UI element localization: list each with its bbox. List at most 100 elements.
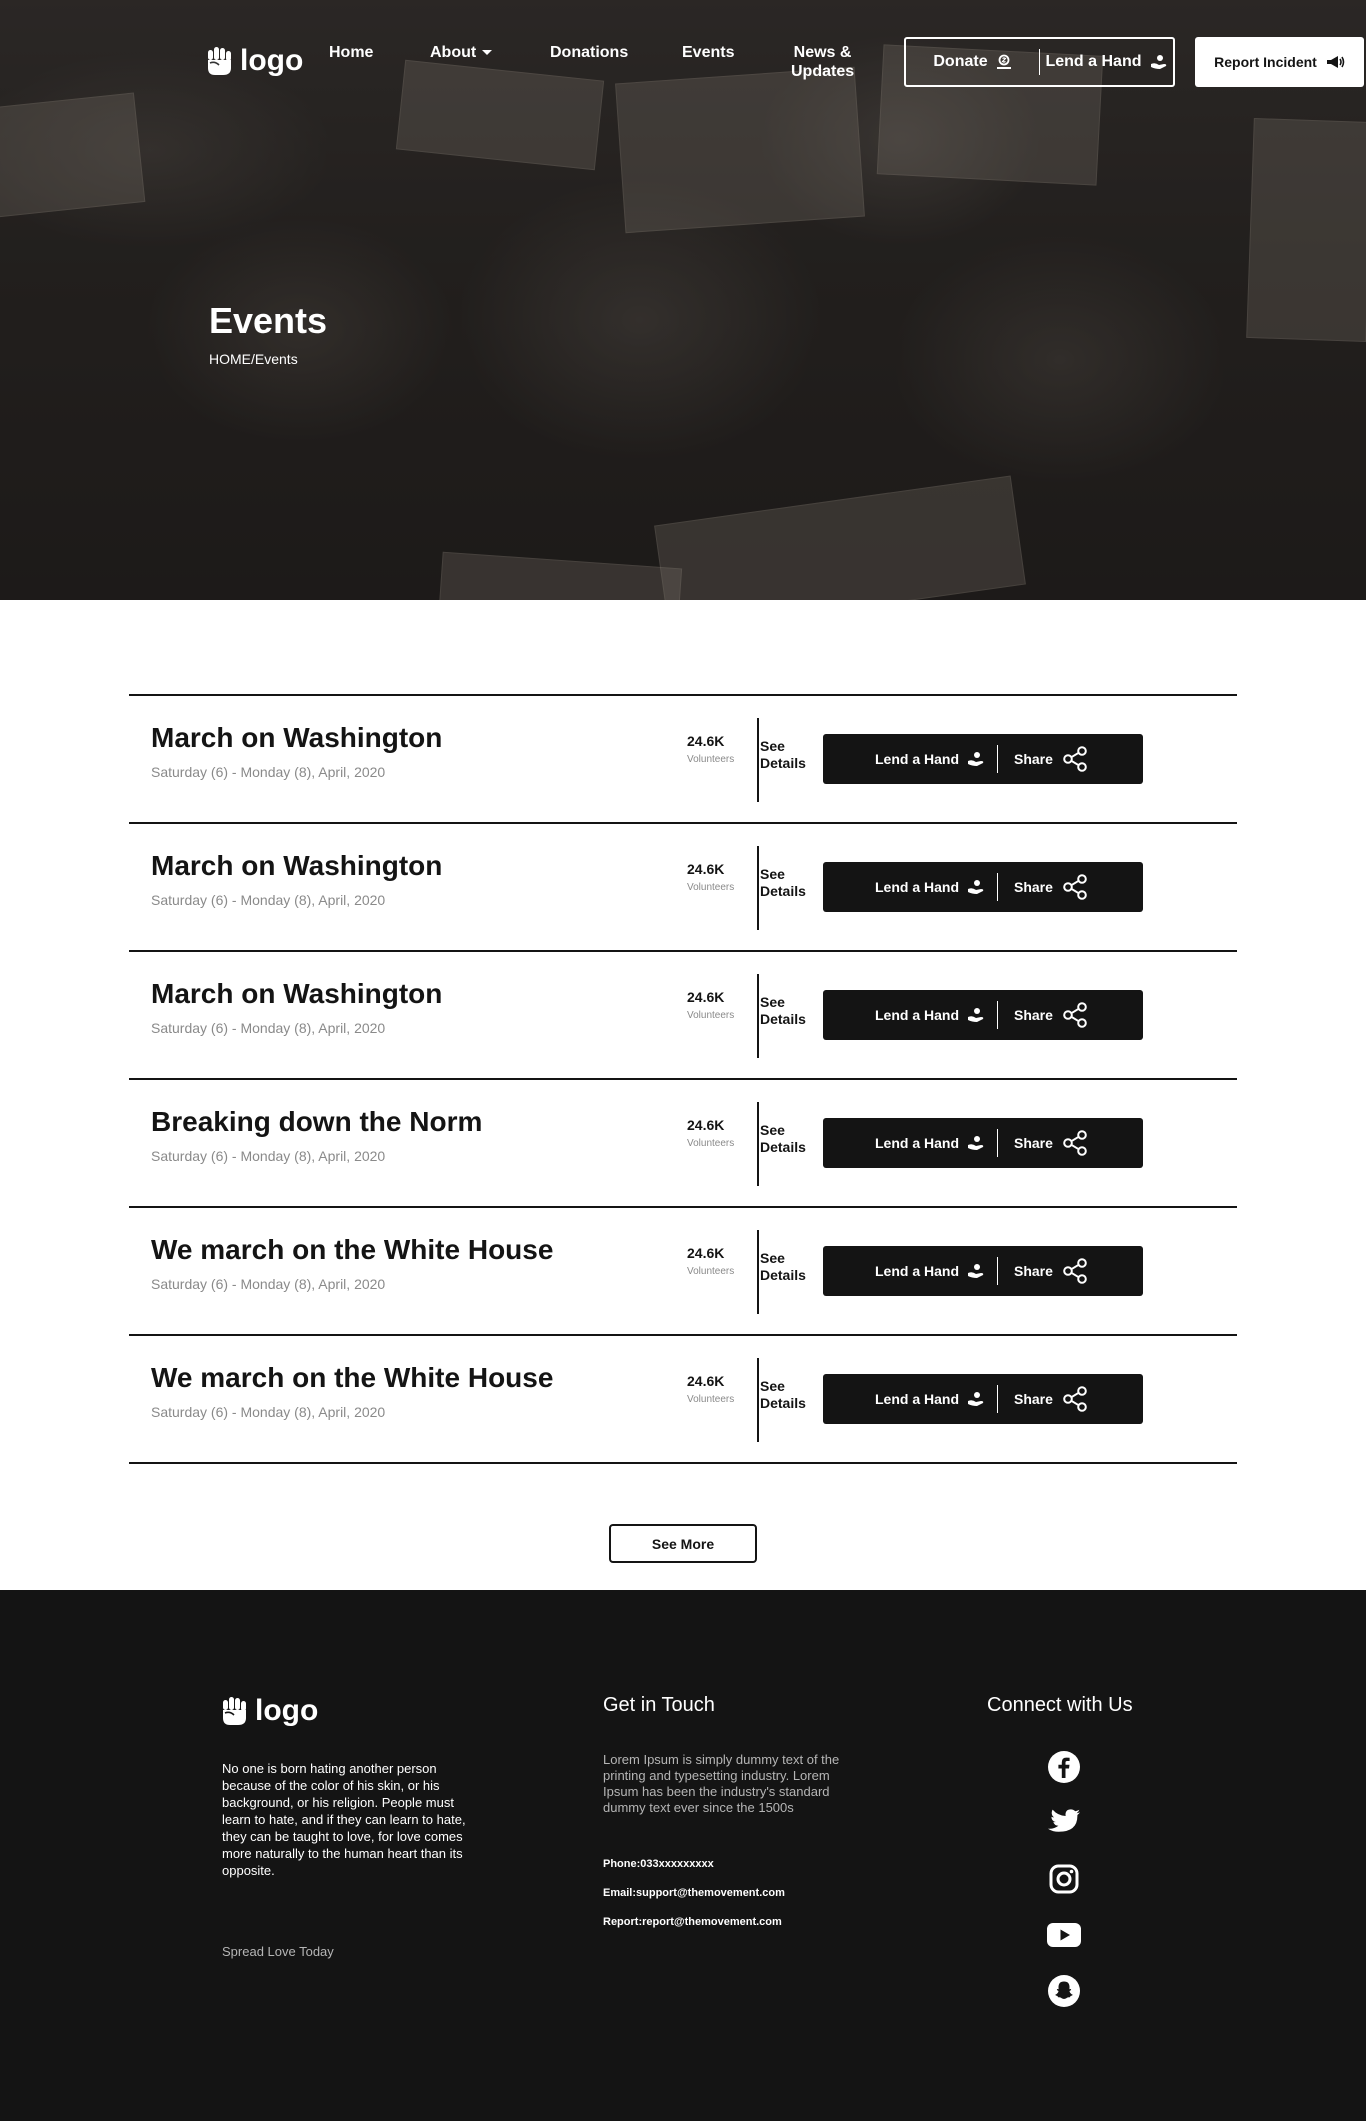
fist-icon bbox=[223, 1697, 246, 1725]
volunteer-stat: 24.6K Volunteers bbox=[687, 733, 757, 765]
footer-phone[interactable]: Phone:033xxxxxxxxx bbox=[603, 1858, 714, 1870]
lend-hand-button[interactable]: Lend a Hand bbox=[823, 1391, 997, 1407]
share-button[interactable]: Share bbox=[998, 1129, 1089, 1157]
nav-donations[interactable]: Donations bbox=[550, 43, 628, 62]
lend-hand-button[interactable]: Lend a Hand bbox=[823, 1007, 997, 1023]
nav-home[interactable]: Home bbox=[329, 43, 373, 62]
footer-logo[interactable]: logo bbox=[221, 1694, 318, 1728]
volunteer-stat: 24.6K Volunteers bbox=[687, 861, 757, 893]
lend-hand-button[interactable]: Lend a Hand bbox=[823, 879, 997, 895]
lend-hand-button[interactable]: Lend a Hand bbox=[823, 1263, 997, 1279]
share-icon bbox=[1063, 746, 1087, 772]
volunteer-count: 24.6K bbox=[687, 1373, 725, 1389]
volunteer-label: Volunteers bbox=[687, 1010, 735, 1021]
logo-text: logo bbox=[240, 44, 304, 77]
donate-button[interactable]: Donate bbox=[906, 53, 1039, 71]
see-details-link[interactable]: See Details bbox=[760, 1378, 806, 1412]
see-details-link[interactable]: See Details bbox=[760, 738, 806, 772]
share-button[interactable]: Share bbox=[998, 1385, 1089, 1413]
lend-hand-label: Lend a Hand bbox=[1045, 53, 1142, 70]
see-more-button[interactable]: See More bbox=[609, 1524, 757, 1563]
share-icon bbox=[1063, 1258, 1087, 1284]
report-incident-button[interactable]: Report Incident bbox=[1195, 37, 1364, 87]
event-date: Saturday (6) - Monday (8), April, 2020 bbox=[151, 764, 386, 780]
see-details-link[interactable]: See Details bbox=[760, 994, 806, 1028]
share-button[interactable]: Share bbox=[998, 1001, 1089, 1029]
megaphone-icon bbox=[1326, 56, 1345, 68]
lend-hand-button[interactable]: Lend a Hand bbox=[823, 1135, 997, 1151]
volunteer-count: 24.6K bbox=[687, 861, 725, 877]
volunteer-label: Volunteers bbox=[687, 1266, 735, 1277]
event-title[interactable]: We march on the White House bbox=[151, 1362, 553, 1394]
share-icon bbox=[1063, 874, 1087, 900]
volunteer-label: Volunteers bbox=[687, 882, 735, 893]
event-title[interactable]: Breaking down the Norm bbox=[151, 1106, 482, 1138]
get-in-touch-heading: Get in Touch bbox=[603, 1694, 715, 1716]
donate-lend-group: Donate Lend a Hand bbox=[904, 37, 1175, 87]
see-details-link[interactable]: See Details bbox=[760, 866, 806, 900]
footer-tagline: Spread Love Today bbox=[222, 1944, 334, 1959]
donate-icon bbox=[996, 54, 1011, 69]
see-details-label: See Details bbox=[760, 1250, 806, 1283]
volunteer-label: Volunteers bbox=[687, 1394, 735, 1405]
row-divider bbox=[757, 1102, 759, 1186]
see-details-link[interactable]: See Details bbox=[760, 1250, 806, 1284]
share-button[interactable]: Share bbox=[998, 873, 1089, 901]
nav-news-updates[interactable]: News & Updates bbox=[791, 43, 854, 81]
share-label: Share bbox=[1014, 879, 1053, 895]
helping-hand-icon bbox=[968, 752, 984, 766]
volunteer-label: Volunteers bbox=[687, 1138, 735, 1149]
see-details-label: See Details bbox=[760, 866, 806, 899]
nav-news-label: News & bbox=[793, 44, 852, 61]
lend-hand-label: Lend a Hand bbox=[874, 751, 959, 767]
nav-about[interactable]: About bbox=[430, 43, 493, 62]
event-date: Saturday (6) - Monday (8), April, 2020 bbox=[151, 892, 386, 908]
see-details-label: See Details bbox=[760, 1122, 806, 1155]
twitter-icon[interactable] bbox=[1047, 1806, 1081, 1840]
volunteer-count: 24.6K bbox=[687, 1117, 725, 1133]
site-logo[interactable]: logo bbox=[206, 44, 303, 78]
nav-events[interactable]: Events bbox=[682, 43, 734, 62]
share-label: Share bbox=[1014, 1135, 1053, 1151]
lend-hand-button[interactable]: Lend a Hand bbox=[823, 751, 997, 767]
volunteer-stat: 24.6K Volunteers bbox=[687, 1117, 757, 1149]
see-details-link[interactable]: See Details bbox=[760, 1122, 806, 1156]
share-button[interactable]: Share bbox=[998, 1257, 1089, 1285]
helping-hand-icon bbox=[968, 1264, 984, 1278]
see-details-label: See Details bbox=[760, 994, 806, 1027]
row-divider bbox=[757, 1358, 759, 1442]
event-title[interactable]: March on Washington bbox=[151, 978, 442, 1010]
event-action-bar: Lend a Hand Share bbox=[823, 734, 1143, 784]
instagram-icon[interactable] bbox=[1047, 1862, 1081, 1896]
lend-hand-label: Lend a Hand bbox=[874, 1263, 959, 1279]
lend-hand-button[interactable]: Lend a Hand bbox=[1040, 53, 1173, 71]
share-button[interactable]: Share bbox=[998, 745, 1089, 773]
nav-updates-label: Updates bbox=[791, 63, 855, 80]
volunteer-stat: 24.6K Volunteers bbox=[687, 1245, 757, 1277]
see-details-label: See Details bbox=[760, 738, 806, 771]
helping-hand-icon bbox=[968, 1136, 984, 1150]
share-icon bbox=[1063, 1386, 1087, 1412]
event-action-bar: Lend a Hand Share bbox=[823, 1246, 1143, 1296]
helping-hand-icon bbox=[968, 1392, 984, 1406]
footer-report-email[interactable]: Report:report@themovement.com bbox=[603, 1916, 782, 1928]
event-row: March on Washington Saturday (6) - Monda… bbox=[129, 950, 1237, 1078]
event-action-bar: Lend a Hand Share bbox=[823, 1118, 1143, 1168]
event-title[interactable]: March on Washington bbox=[151, 850, 442, 882]
see-details-label: See Details bbox=[760, 1378, 806, 1411]
site-footer: logo No one is born hating another perso… bbox=[0, 1590, 1366, 2121]
youtube-icon[interactable] bbox=[1047, 1918, 1081, 1952]
event-date: Saturday (6) - Monday (8), April, 2020 bbox=[151, 1148, 386, 1164]
snapchat-icon[interactable] bbox=[1047, 1974, 1081, 2008]
breadcrumb[interactable]: HOME/Events bbox=[209, 351, 298, 367]
events-list: March on Washington Saturday (6) - Monda… bbox=[129, 694, 1237, 1464]
event-title[interactable]: We march on the White House bbox=[151, 1234, 553, 1266]
fist-icon bbox=[208, 47, 231, 75]
event-title[interactable]: March on Washington bbox=[151, 722, 442, 754]
volunteer-count: 24.6K bbox=[687, 1245, 725, 1261]
footer-email[interactable]: Email:support@themovement.com bbox=[603, 1887, 785, 1899]
row-divider bbox=[757, 1230, 759, 1314]
share-label: Share bbox=[1014, 1391, 1053, 1407]
facebook-icon[interactable] bbox=[1047, 1750, 1081, 1784]
event-row: We march on the White House Saturday (6)… bbox=[129, 1206, 1237, 1334]
